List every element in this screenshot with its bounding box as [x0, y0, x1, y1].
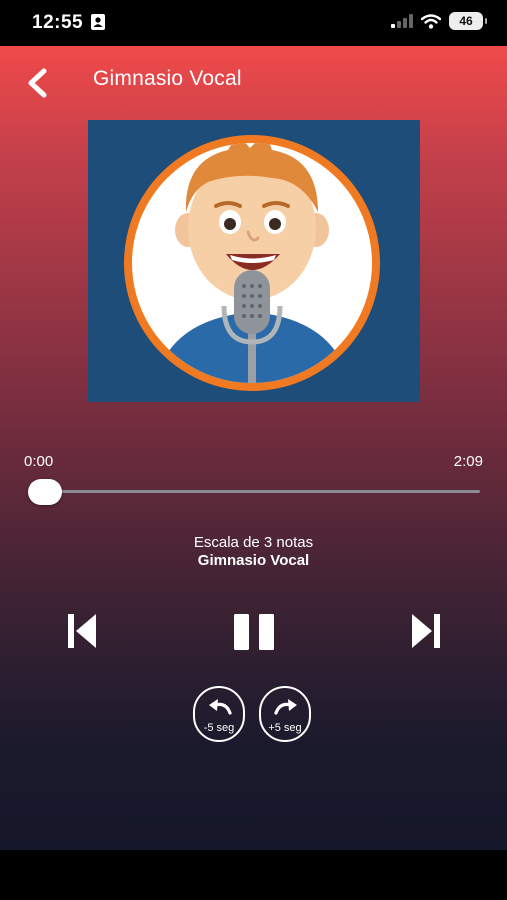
- total-time: 2:09: [453, 453, 483, 470]
- forward-5-button[interactable]: +5 seg: [259, 686, 311, 742]
- back-button[interactable]: [20, 66, 54, 100]
- progress-slider-track[interactable]: [30, 490, 480, 493]
- bottom-bar: [0, 850, 507, 900]
- previous-track-button[interactable]: [62, 611, 102, 651]
- rewind-arrow-icon: [209, 699, 232, 715]
- pause-icon: [234, 614, 274, 650]
- page-title: Gimnasio Vocal: [93, 67, 242, 90]
- track-artist: Gimnasio Vocal: [197, 552, 310, 569]
- skip-previous-icon: [68, 614, 96, 648]
- skip-next-icon: [412, 614, 440, 648]
- status-bar: 12:55 46: [0, 0, 507, 46]
- battery-level: 46: [459, 14, 473, 28]
- pause-button[interactable]: [228, 610, 280, 654]
- wifi-icon: [421, 13, 441, 29]
- rewind-label: -5 seg: [203, 722, 235, 734]
- track-title: Escala de 3 notas: [193, 534, 314, 551]
- forward-arrow-icon: [274, 699, 297, 715]
- current-time: 0:00: [24, 453, 54, 470]
- contact-card-icon: [91, 14, 105, 30]
- player-screen: Gimnasio Vocal 0:00 2:09 Escala de 3 not…: [0, 46, 507, 850]
- forward-label: +5 seg: [268, 722, 302, 734]
- status-time: 12:55: [32, 12, 84, 33]
- battery-indicator: 46: [449, 12, 487, 30]
- chevron-left-icon: [28, 68, 47, 98]
- next-track-button[interactable]: [406, 611, 446, 651]
- signal-icon: [391, 14, 413, 28]
- cartoon-boy-microphone-image: [88, 120, 420, 402]
- progress-slider-thumb[interactable]: [28, 479, 62, 505]
- album-cover: [88, 120, 420, 402]
- rewind-5-button[interactable]: -5 seg: [193, 686, 245, 742]
